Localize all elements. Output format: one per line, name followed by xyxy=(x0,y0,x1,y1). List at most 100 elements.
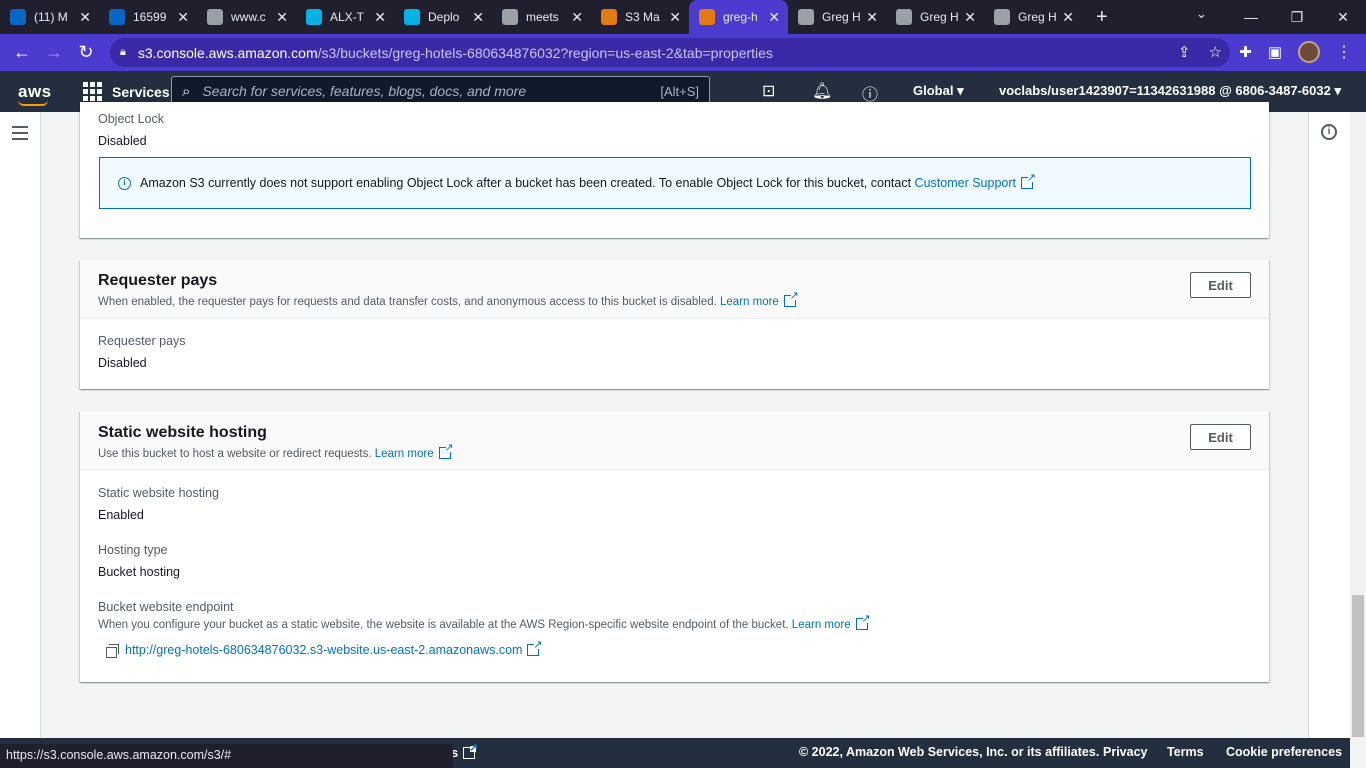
globe-icon xyxy=(994,9,1010,25)
requester-pays-field-value: Disabled xyxy=(98,356,147,370)
browser-tab-title: Deplo xyxy=(428,10,460,24)
search-icon: ⌕ xyxy=(182,82,191,100)
close-tab-icon[interactable]: ✕ xyxy=(866,9,878,26)
info-panel-icon[interactable]: i xyxy=(1321,124,1337,140)
cloudshell-icon[interactable]: ⊡ xyxy=(762,81,775,101)
bookmark-star-icon[interactable]: ☆ xyxy=(1209,43,1222,61)
browser-tab-title: Greg H xyxy=(1018,10,1057,24)
browser-tab[interactable]: meets ✕ xyxy=(492,0,591,34)
requester-pays-learn-more-link[interactable]: Learn more xyxy=(720,289,799,308)
aws-s3-icon xyxy=(699,9,715,25)
browser-tab-title: (11) M xyxy=(34,10,68,24)
endpoint-learn-more-link[interactable]: Learn more xyxy=(792,612,871,631)
browser-tab[interactable]: Greg H ✕ xyxy=(984,0,1082,34)
account-menu[interactable]: voclabs/user1423907=11342631988 @ 6806-3… xyxy=(999,83,1341,99)
extensions-icon[interactable]: ✚ xyxy=(1239,43,1252,61)
url-input[interactable]: 🔒︎ s3.console.aws.amazon.com/s3/buckets/… xyxy=(110,38,1230,67)
requester-pays-panel: Requester pays When enabled, the request… xyxy=(80,260,1269,389)
browser-tab[interactable]: Greg H ✕ xyxy=(886,0,984,34)
new-tab-icon[interactable]: + xyxy=(1096,6,1108,29)
footer-privacy-link[interactable]: Privacy xyxy=(1103,745,1147,759)
close-tab-icon[interactable]: ✕ xyxy=(571,9,583,26)
close-tab-icon[interactable]: ✕ xyxy=(276,9,288,26)
browser-tab[interactable]: Deplo ✕ xyxy=(394,0,492,34)
object-lock-panel: Object Lock Disabled i Amazon S3 current… xyxy=(80,102,1269,238)
browser-tab[interactable]: greg-h ✕ xyxy=(689,0,788,34)
region-selector[interactable]: Global ▾ xyxy=(913,83,964,99)
restore-icon[interactable]: ❐ xyxy=(1274,9,1320,26)
linkedin-icon xyxy=(10,9,26,25)
url-path: /s3/buckets/greg-hotels-680634876032?reg… xyxy=(317,44,773,61)
browser-tab[interactable]: Greg H ✕ xyxy=(788,0,886,34)
close-tab-icon[interactable]: ✕ xyxy=(1062,9,1074,26)
static-hosting-description: Use this bucket to host a website or red… xyxy=(98,448,372,460)
close-tab-icon[interactable]: ✕ xyxy=(964,9,976,26)
hamburger-menu-icon[interactable] xyxy=(12,126,28,144)
browser-tab-title: ALX-T xyxy=(330,10,365,24)
browser-tab-title: meets xyxy=(526,10,559,24)
udacity-icon xyxy=(404,9,420,25)
footer-terms-link[interactable]: Terms xyxy=(1167,745,1204,759)
browser-tab-title: 16599 xyxy=(133,10,167,24)
object-lock-label: Object Lock xyxy=(98,112,165,126)
lock-icon[interactable]: 🔒︎ xyxy=(120,46,126,59)
share-icon[interactable]: ⇪ xyxy=(1178,43,1191,61)
static-website-hosting-panel: Static website hosting Use this bucket t… xyxy=(80,411,1269,682)
browser-tab-title: www.c xyxy=(231,10,266,24)
profile-avatar[interactable] xyxy=(1298,41,1320,63)
close-tab-icon[interactable]: ✕ xyxy=(669,9,681,26)
notifications-bell-icon[interactable]: 🔔︎ xyxy=(812,81,832,101)
reload-icon[interactable]: ↻ xyxy=(70,42,102,63)
bucket-endpoint-url-link[interactable]: http://greg-hotels-680634876032.s3-websi… xyxy=(125,638,542,657)
right-tools-rail xyxy=(1308,112,1350,738)
requester-pays-header: Requester pays When enabled, the request… xyxy=(80,260,1269,319)
info-icon: i xyxy=(118,177,131,190)
browser-tab[interactable]: www.c ✕ xyxy=(197,0,296,34)
copy-icon[interactable] xyxy=(106,644,119,658)
minimize-icon[interactable]: — xyxy=(1228,9,1274,25)
window-controls: — ❐ ✕ xyxy=(1228,0,1366,34)
footer-cookie-preferences-link[interactable]: Cookie preferences xyxy=(1226,745,1342,759)
close-tab-icon[interactable]: ✕ xyxy=(768,9,780,26)
browser-tab[interactable]: ALX-T ✕ xyxy=(296,0,394,34)
search-placeholder: Search for services, features, blogs, do… xyxy=(202,83,527,99)
search-shortcut: [Alt+S] xyxy=(660,83,699,99)
close-tab-icon[interactable]: ✕ xyxy=(374,9,386,26)
external-link-icon xyxy=(438,441,454,459)
close-tab-icon[interactable]: ✕ xyxy=(472,9,484,26)
scrollbar-thumb[interactable] xyxy=(1352,595,1364,737)
browser-tab-title: Greg H xyxy=(920,10,959,24)
side-panel-icon[interactable]: ▣ xyxy=(1268,43,1282,61)
close-tab-icon[interactable]: ✕ xyxy=(79,9,91,26)
globe-icon xyxy=(798,9,814,25)
static-hosting-learn-more-link[interactable]: Learn more xyxy=(375,441,454,460)
bucket-endpoint-description: When you configure your bucket as a stat… xyxy=(98,619,789,631)
hosting-type-label: Hosting type xyxy=(98,543,168,557)
footer-feedback-fragment[interactable]: s xyxy=(451,741,478,760)
browser-tab[interactable]: S3 Ma ✕ xyxy=(591,0,689,34)
linkedin-icon xyxy=(109,9,125,25)
footer-copyright: © 2022, Amazon Web Services, Inc. or its… xyxy=(799,745,1100,759)
static-hosting-title: Static website hosting xyxy=(98,424,267,441)
services-menu-button[interactable]: Services xyxy=(83,82,170,101)
back-icon[interactable]: ← xyxy=(6,42,38,63)
requester-pays-field-label: Requester pays xyxy=(98,334,186,348)
aws-logo[interactable]: aws xyxy=(18,82,52,106)
external-link-icon xyxy=(463,741,478,759)
udacity-icon xyxy=(306,9,322,25)
globe-icon xyxy=(502,9,518,25)
tab-search-icon[interactable]: ⌄ xyxy=(1196,6,1207,22)
forward-icon[interactable]: → xyxy=(38,42,70,63)
customer-support-link[interactable]: Customer Support xyxy=(915,171,1036,190)
browser-menu-icon[interactable]: ⋮ xyxy=(1336,42,1352,62)
close-tab-icon[interactable]: ✕ xyxy=(177,9,189,26)
close-window-icon[interactable]: ✕ xyxy=(1320,9,1366,26)
static-hosting-edit-button[interactable]: Edit xyxy=(1190,424,1251,450)
external-link-icon xyxy=(1020,171,1036,189)
requester-pays-edit-button[interactable]: Edit xyxy=(1190,272,1251,298)
static-hosting-header: Static website hosting Use this bucket t… xyxy=(80,411,1269,470)
browser-tab[interactable]: (11) M ✕ xyxy=(0,0,99,34)
object-lock-info-alert: i Amazon S3 currently does not support e… xyxy=(99,157,1251,209)
browser-tab[interactable]: 16599 ✕ xyxy=(99,0,197,34)
url-host: s3.console.aws.amazon.com xyxy=(137,44,318,61)
